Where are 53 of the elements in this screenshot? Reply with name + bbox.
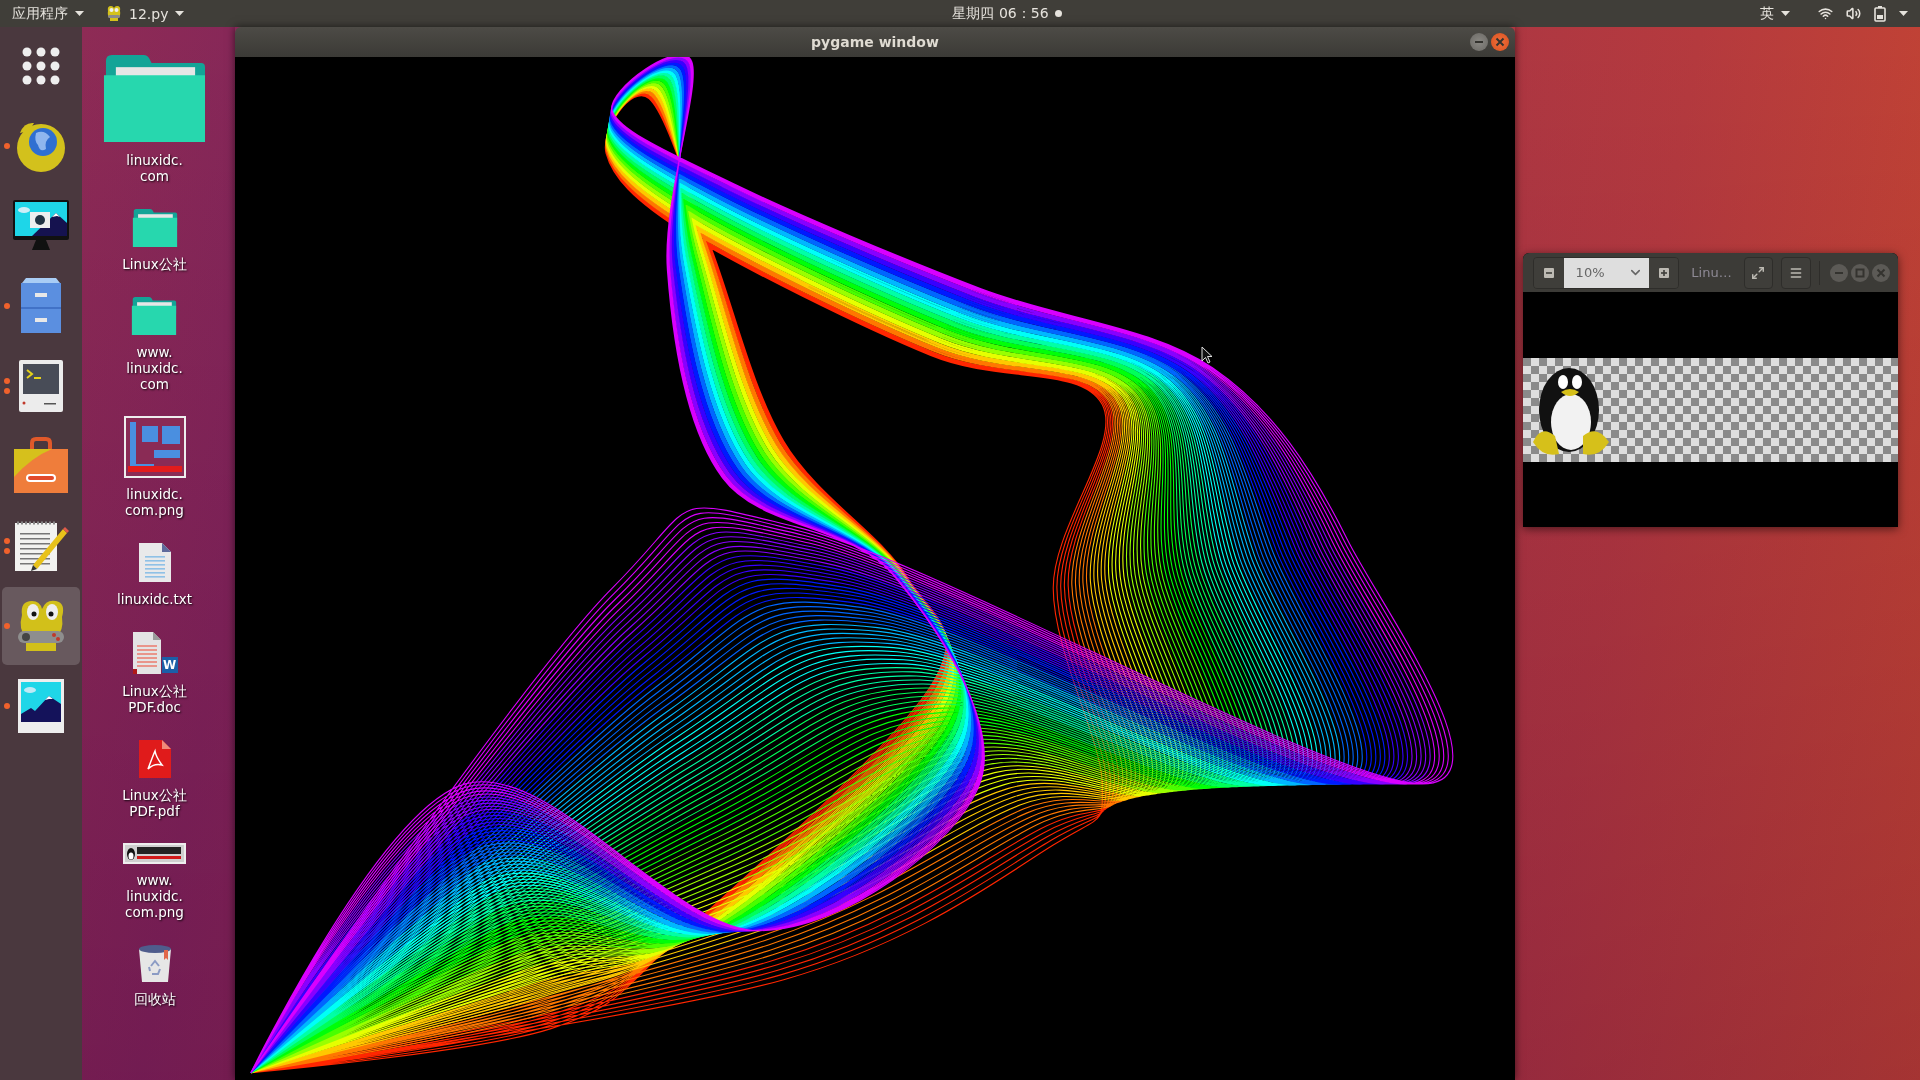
monitor-camera-icon: [12, 199, 70, 253]
plus-icon: [1658, 267, 1669, 278]
maximize-icon: [1855, 267, 1865, 278]
image-thumbnail-icon[interactable]: [123, 416, 186, 478]
file-name-label[interactable]: Linux公社: [122, 256, 187, 272]
menu-button[interactable]: [1781, 256, 1811, 289]
pdf-file-icon[interactable]: [137, 739, 172, 779]
caret-icon: [175, 11, 185, 16]
filing-cabinet-icon: [18, 277, 64, 335]
folder-icon[interactable]: [131, 296, 178, 336]
fullscreen-button[interactable]: [1743, 256, 1774, 289]
trash-icon[interactable]: [136, 944, 173, 983]
close-icon: [1495, 37, 1505, 47]
caret-icon: [1899, 11, 1908, 16]
file-name-label[interactable]: www. linuxidc. com.png: [125, 872, 184, 920]
wifi-icon: [1818, 6, 1833, 21]
picture-icon: [17, 678, 65, 734]
minimize-button[interactable]: [1470, 33, 1488, 51]
volume-icon: [1846, 6, 1861, 21]
folder-icon[interactable]: [102, 53, 207, 144]
mouse-pointer-icon: [1201, 346, 1213, 364]
shopping-bag-icon: [12, 437, 70, 495]
expand-icon: [1751, 265, 1766, 280]
notepad-pencil-icon: [13, 519, 69, 573]
text-file-icon[interactable]: [137, 542, 172, 583]
minus-icon: [1543, 267, 1554, 278]
apps-grid-icon: [22, 47, 60, 85]
close-icon: [1876, 267, 1886, 278]
battery-icon: [1874, 5, 1886, 22]
close-button[interactable]: [1491, 33, 1509, 51]
file-name-label[interactable]: linuxidc. com: [126, 152, 183, 184]
banner-thumbnail-icon[interactable]: [123, 843, 186, 864]
folder-icon[interactable]: [131, 208, 178, 248]
clock[interactable]: 星期四 06：56: [952, 1, 1062, 26]
applications-menu[interactable]: 应用程序: [12, 1, 84, 26]
window-title: pygame window: [811, 34, 939, 50]
file-name-label[interactable]: linuxidc. com.png: [125, 486, 184, 518]
caret-icon: [75, 11, 84, 16]
file-name-label[interactable]: linuxidc.txt: [116, 591, 193, 607]
viewer-title: Linu…: [1690, 265, 1733, 280]
terminal-icon: [18, 359, 64, 413]
app-menu[interactable]: 12.py: [106, 1, 185, 26]
menu-icon: [1789, 265, 1804, 280]
zoom-combo-box[interactable]: 10%: [1563, 257, 1649, 288]
file-type-badge: W: [161, 657, 178, 673]
file-name-label[interactable]: Linux公社 PDF.doc: [122, 683, 187, 715]
document-icon[interactable]: [131, 631, 162, 675]
input-method-menu[interactable]: 英: [1760, 1, 1790, 26]
file-name-label[interactable]: www. linuxidc. com: [126, 344, 183, 392]
file-name-label[interactable]: Linux公社 PDF.pdf: [122, 787, 187, 819]
caret-icon: [1781, 11, 1790, 16]
mascot-icon: [106, 5, 122, 22]
file-name-label[interactable]: 回收站: [133, 991, 176, 1007]
